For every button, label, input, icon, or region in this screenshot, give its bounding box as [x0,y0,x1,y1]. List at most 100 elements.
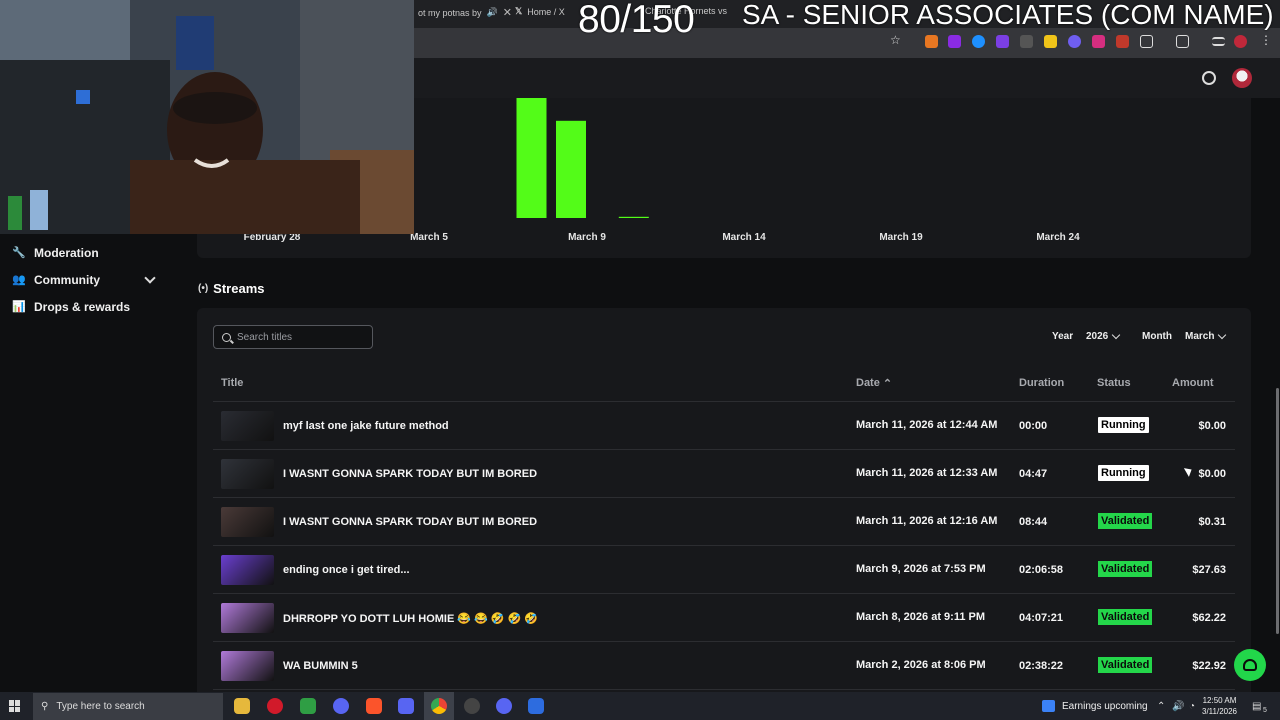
headset-icon [1243,659,1257,671]
earnings-label: Earnings upcoming [1062,700,1148,712]
stream-amount: $0.00 [1198,420,1226,432]
column-header-label: Date [856,377,880,389]
help-chat-button[interactable] [1234,649,1266,681]
table-row[interactable]: ending once i get tired... March 9, 2026 … [213,546,1235,594]
stream-duration: 02:06:58 [1019,564,1064,576]
table-row[interactable]: myf last one jake future method March 11,… [213,402,1235,450]
extension-icon[interactable] [1020,35,1033,48]
wrench-icon: 🔧 [12,247,26,259]
stream-title[interactable]: I WASNT GONNA SPARK TODAY BUT IM BORED [283,516,537,528]
taskbar-search[interactable]: ⚲ Type here to search [33,693,223,720]
year-select[interactable]: 2026 [1086,330,1121,342]
extension-icon[interactable] [948,35,961,48]
status-badge: Running [1098,465,1149,481]
chart-icon: 📊 [12,301,26,313]
stream-date: March 11, 2026 at 12:16 AM [856,515,998,527]
app-icon[interactable] [528,698,544,714]
year-value: 2026 [1086,331,1109,342]
table-row[interactable]: I WASNT GONNA SPARK TODAY BUT IM BORED Ma… [213,498,1235,546]
stream-thumbnail[interactable] [221,411,274,441]
more-options-icon[interactable]: ⋮ [1260,33,1273,47]
chart-bar[interactable] [556,120,586,218]
sidebar-item-community[interactable]: 👥 Community [12,273,100,287]
extension-icon[interactable] [1092,35,1105,48]
stream-title[interactable]: I WASNT GONNA SPARK TODAY BUT IM BORED [283,468,537,480]
clock-time: 12:50 AM [1202,696,1237,705]
network-icon[interactable]: ◔ [1189,701,1195,712]
chrome-icon[interactable] [431,698,447,714]
opera-icon[interactable] [267,698,283,714]
stream-title[interactable]: WA BUMMIN 5 [283,660,358,672]
chart-bar[interactable] [516,98,547,218]
column-header-duration[interactable]: Duration [1019,377,1064,389]
app-icon[interactable] [496,698,512,714]
discord-icon[interactable] [398,698,414,714]
status-badge: Validated [1098,657,1153,673]
chevron-up-icon[interactable]: ⌃ [1157,701,1165,712]
month-label: Month [1142,331,1172,342]
stream-amount: $0.00 [1198,468,1226,480]
stream-title[interactable]: myf last one jake future method [283,420,449,432]
stream-title[interactable]: DHRROPP YO DOTT LUH HOMIE 😂 😂 🤣 🤣 🤣 [283,612,538,625]
browser-tab[interactable]: ot my potnas by 🔊 ✕ [418,6,512,19]
table-row[interactable]: WA BUMMIN 5 March 2, 2026 at 8:06 PM 02:38… [213,642,1235,690]
browser-tab[interactable]: 𝕏 Home / X [515,6,565,17]
notification-count: 5 [1263,707,1267,714]
lock-app-icon[interactable] [300,698,316,714]
x-tick-label: March 14 [722,232,766,243]
stream-thumbnail[interactable] [221,555,274,585]
star-icon[interactable]: ☆ [890,33,903,47]
notification-icon[interactable] [1202,71,1216,85]
cast-icon[interactable] [1176,35,1189,48]
x-tick-label: March 19 [879,232,923,243]
extension-icon[interactable] [996,35,1009,48]
earnings-widget[interactable]: Earnings upcoming [1042,700,1148,712]
status-badge: Validated [1098,513,1153,529]
menu-icon[interactable] [1212,37,1225,46]
obs-icon[interactable] [464,698,480,714]
avatar[interactable] [1232,68,1252,88]
extension-icon[interactable] [1068,35,1081,48]
stocks-icon [1042,700,1055,712]
stream-thumbnail[interactable] [221,651,274,681]
search-titles-field[interactable] [213,325,373,349]
profile-icon[interactable] [1234,35,1247,48]
status-badge: Validated [1098,609,1153,625]
notification-center-icon[interactable]: ▤ [1252,701,1261,712]
puzzle-icon[interactable] [1140,35,1153,48]
month-select[interactable]: March [1185,330,1227,342]
windows-start-icon[interactable] [9,700,21,712]
table-row[interactable]: I WASNT GONNA SPARK TODAY BUT IM BORED Ma… [213,450,1235,498]
extension-icon[interactable] [925,35,938,48]
stream-amount: $27.63 [1192,564,1226,576]
column-header-amount[interactable]: Amount [1172,377,1214,389]
stream-amount: $62.22 [1192,612,1226,624]
scrollbar[interactable] [1276,388,1279,634]
status-badge: Running [1098,417,1149,433]
app-icon[interactable] [333,698,349,714]
column-header-date[interactable]: Date ⌃ [856,377,892,390]
stream-title[interactable]: ending once i get tired... [283,564,410,576]
sidebar-item-drops-rewards[interactable]: 📊 Drops & rewards [12,300,130,314]
search-icon [222,332,231,342]
close-icon[interactable]: ✕ [503,6,512,19]
stream-thumbnail[interactable] [221,603,274,633]
stream-date: March 8, 2026 at 9:11 PM [856,611,986,623]
column-header-status[interactable]: Status [1097,377,1131,389]
extension-icon[interactable] [1116,35,1129,48]
taskbar-clock[interactable]: 12:50 AM 3/11/2026 [1202,695,1237,717]
stream-thumbnail[interactable] [221,507,274,537]
file-explorer-icon[interactable] [234,698,250,714]
chart-bar[interactable] [618,216,649,218]
speaker-icon[interactable]: 🔊 [487,7,498,18]
sidebar-item-moderation[interactable]: 🔧 Moderation [12,246,99,260]
extension-icon[interactable] [972,35,985,48]
table-row[interactable]: DHRROPP YO DOTT LUH HOMIE 😂 😂 🤣 🤣 🤣 March… [213,594,1235,642]
extension-icon[interactable] [1044,35,1057,48]
volume-icon[interactable]: 🔊 [1172,701,1184,712]
brave-icon[interactable] [366,698,382,714]
column-header-title[interactable]: Title [221,377,243,389]
stream-thumbnail[interactable] [221,459,274,489]
search-input[interactable] [237,331,357,343]
sort-ascending-icon: ⌃ [882,378,893,390]
